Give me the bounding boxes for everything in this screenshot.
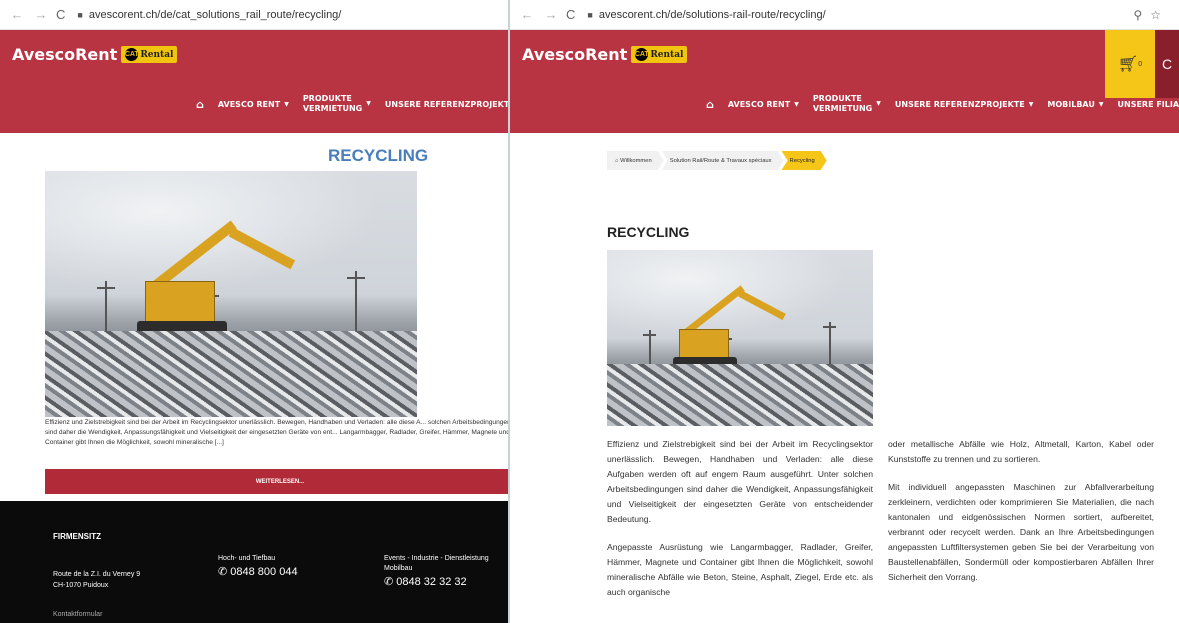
browser-toolbar: ← → C ■ avescorent.ch/de/cat_solutions_r… (0, 0, 508, 30)
footer-phone[interactable]: ✆ 0848 800 044 (218, 566, 298, 578)
search-button[interactable]: C (1155, 30, 1179, 98)
page-title: RECYCLING (328, 146, 429, 165)
cat-logo-icon: CAT (125, 48, 139, 61)
contact-form-link[interactable]: Kontaktformular (53, 611, 102, 618)
nav-mobilbau[interactable]: MOBILBAU ▼ (1047, 100, 1103, 109)
main-nav: ⌂ AVESCO RENT ▼ PRODUKTE VERMIETUNG ▼ UNSER… (706, 94, 1179, 114)
nav-avesco-rent[interactable]: AVESCO RENT ▼ (728, 100, 799, 109)
chevron-down-icon: ▼ (284, 100, 289, 108)
cat-rental-badge: CAT Rental (121, 46, 178, 63)
nav-referenzprojekte[interactable]: UNSERE REFERENZPROJEKTE (385, 100, 508, 109)
read-more-button[interactable]: WEITERLESEN... (45, 469, 508, 494)
article-column-2: oder metallische Abfälle wie Holz, Altme… (888, 437, 1154, 598)
main-nav: ⌂ AVESCO RENT ▼ PRODUKTE VERMIETUNG ▼ UNSER… (196, 94, 508, 114)
address-line: CH-1070 Puidoux (53, 582, 109, 589)
footer-col-title: Events - Industrie - Dienstleistung (384, 555, 489, 562)
reload-icon[interactable]: C (566, 7, 575, 22)
reload-icon[interactable]: C (56, 7, 65, 22)
power-pole-arm (823, 326, 836, 328)
cart-button[interactable]: 🛒︎ 0 (1105, 30, 1155, 98)
footer-col-bau: Hoch- und Tiefbau ✆ 0848 800 044 (218, 554, 298, 578)
scrap-pile (607, 364, 873, 426)
cart-count: 0 (1138, 60, 1143, 68)
home-icon: ⌂ (196, 97, 204, 111)
logo-text: AvescoRent (522, 45, 628, 64)
breadcrumb: ⌂ Willkommen Solution Rail/Route & Trava… (607, 151, 825, 170)
recycling-excerpt: Effizienz und Zielstrebigkeit sind bei d… (45, 419, 508, 446)
nav-home[interactable]: ⌂ (196, 98, 204, 111)
excavator-cab (679, 329, 729, 359)
footer-col-title: Hoch- und Tiefbau (218, 555, 276, 562)
chevron-down-icon: ▼ (876, 100, 881, 107)
lock-icon: ■ (77, 9, 83, 20)
home-icon: ⌂ (706, 97, 714, 111)
back-icon[interactable]: ← (10, 7, 24, 22)
toolbar-icons: ⚲☆ (1133, 8, 1169, 22)
logo-text: AvescoRent (12, 45, 118, 64)
page-title: RECYCLING (607, 224, 690, 240)
address-bar[interactable]: avescorent.ch/de/solutions-rail-route/re… (599, 9, 826, 21)
zoom-icon[interactable]: ⚲ (1133, 8, 1150, 22)
site-footer: FIRMENSITZ Route de la Z.I. du Verney 9 … (0, 501, 508, 623)
chevron-down-icon: ▼ (1098, 100, 1104, 108)
power-pole-arm (643, 334, 656, 336)
article-paragraph: Effizienz und Zielstrebigkeit sind bei d… (607, 439, 873, 524)
site-header: AvescoRent CAT Rental ⌂ AVESCO RENT ▼ PRO… (0, 30, 508, 133)
nav-produkte-vermietung[interactable]: PRODUKTE VERMIETUNG ▼ (813, 94, 881, 114)
site-logo[interactable]: AvescoRent CAT Rental (12, 45, 178, 64)
cart-icon: 🛒︎ (1117, 56, 1139, 73)
cat-rental-badge: CAT Rental (631, 46, 688, 63)
phone-icon: ✆ (218, 566, 228, 578)
nav-produkte-vermietung[interactable]: PRODUKTE VERMIETUNG ▼ (303, 94, 371, 114)
phone-icon: ✆ (384, 576, 394, 588)
cat-logo-icon: CAT (635, 48, 649, 61)
footer-title: FIRMENSITZ (53, 532, 101, 541)
site-header: AvescoRent CAT Rental 🛒︎ 0 C ⌂ AVESCO REN… (510, 30, 1179, 133)
browser-toolbar: ← → C ■ avescorent.ch/de/solutions-rail-… (510, 0, 1179, 30)
lock-icon: ■ (587, 9, 593, 20)
nav-label: PRODUKTE VERMIETUNG (812, 94, 873, 113)
nav-label: PRODUKTE VERMIETUNG (302, 94, 363, 113)
chevron-down-icon: ▼ (794, 100, 799, 108)
browser-window-old-site: ← → C ■ avescorent.ch/de/cat_solutions_r… (0, 0, 508, 623)
article-paragraph: Angepasste Ausrüstung wie Langarmbagger,… (607, 542, 873, 597)
excavator-photo (45, 171, 417, 417)
address-line: Route de la Z.I. du Verney 9 (53, 571, 141, 578)
article-paragraph: Mit individuell angepassten Maschinen zu… (888, 482, 1154, 582)
chevron-down-icon: ▼ (366, 100, 371, 107)
nav-referenzprojekte[interactable]: UNSERE REFERENZPROJEKTE ▼ (895, 100, 1034, 109)
address-bar[interactable]: avescorent.ch/de/cat_solutions_rail_rout… (89, 9, 342, 21)
power-pole-arm (347, 277, 365, 279)
footer-col-sub: Mobilbau (384, 565, 413, 572)
search-icon: C (1161, 56, 1173, 72)
site-logo[interactable]: AvescoRent CAT Rental (522, 45, 688, 64)
home-icon: ⌂ (615, 157, 619, 164)
forward-icon[interactable]: → (34, 7, 48, 22)
nav-filialen[interactable]: UNSERE FILIALEN (1118, 100, 1179, 109)
footer-address: Route de la Z.I. du Verney 9 CH-1070 Pui… (53, 569, 140, 591)
article-paragraph: oder metallische Abfälle wie Holz, Altme… (888, 439, 1154, 464)
browser-window-new-site: ← → C ■ avescorent.ch/de/solutions-rail-… (510, 0, 1179, 623)
breadcrumb-current: Recycling (782, 151, 827, 170)
forward-icon[interactable]: → (544, 7, 558, 22)
breadcrumb-solution[interactable]: Solution Rail/Route & Travaux spéciaux (662, 151, 784, 170)
excavator-photo (607, 250, 873, 426)
footer-phone[interactable]: ✆ 0848 32 32 32 (384, 576, 489, 588)
sky (45, 171, 417, 307)
power-pole-arm (97, 287, 115, 289)
excavator-cab (145, 281, 215, 323)
nav-home[interactable]: ⌂ (706, 98, 714, 111)
scrap-pile (45, 331, 417, 417)
star-icon[interactable]: ☆ (1150, 8, 1169, 22)
article-column-1: Effizienz und Zielstrebigkeit sind bei d… (607, 437, 873, 613)
breadcrumb-home[interactable]: ⌂ Willkommen (607, 151, 664, 170)
sky (607, 250, 873, 347)
back-icon[interactable]: ← (520, 7, 534, 22)
chevron-down-icon: ▼ (1028, 100, 1034, 108)
nav-avesco-rent[interactable]: AVESCO RENT ▼ (218, 100, 289, 109)
footer-col-events: Events - Industrie - Dienstleistung Mobi… (384, 554, 489, 588)
